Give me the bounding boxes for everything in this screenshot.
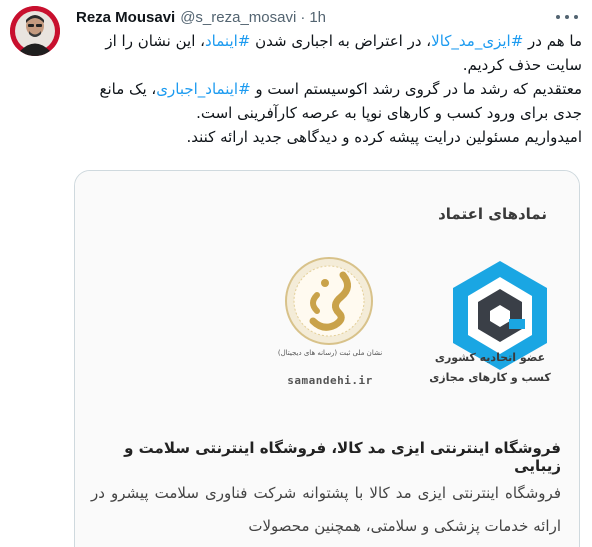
tweet-text: ما هم در #ایزی_مد_کالا، در اعتراض به اجب… (76, 29, 582, 149)
avatar[interactable] (10, 6, 60, 56)
samandehi-url: samandehi.ir (287, 374, 373, 387)
tweet-paragraph-2: معتقدیم که رشد ما در گروی رشد اکوسیستم ا… (76, 77, 582, 125)
image-content: نمادهای اعتماد عضو اتحادیه کشوری کسب و ک… (75, 171, 579, 547)
tweet-time[interactable]: 1h (309, 9, 326, 26)
samandehi-logo (285, 257, 373, 345)
store-description: فروشگاه اینترنتی ایزی مد کالا با پشتوانه… (91, 484, 561, 535)
author-handle[interactable]: @s_reza_mosavi (180, 9, 296, 26)
hashtag-link[interactable]: #ایزی_مد_کالا (431, 32, 523, 50)
tweet-paragraph-3: امیدواریم مسئولین درایت پیشه کرده و دیدگ… (186, 128, 582, 146)
avatar-photo (10, 6, 60, 56)
author-name[interactable]: Reza Mousavi (76, 9, 175, 26)
enamad-caption-2: کسب و کارهای مجازی (429, 371, 551, 384)
store-title: فروشگاه اینترنتی ایزی مد کالا، فروشگاه ا… (124, 439, 561, 475)
separator-dot: · (300, 8, 306, 26)
tweet-header: Reza Mousavi @s_reza_mosavi · 1h (76, 6, 326, 28)
attached-image[interactable]: نمادهای اعتماد عضو اتحادیه کشوری کسب و ک… (74, 170, 580, 547)
text-span: ، در اعتراض به اجباری شدن (250, 32, 432, 50)
hashtag-link[interactable]: #اینماد (205, 32, 250, 50)
more-icon[interactable] (556, 10, 578, 24)
hashtag-link[interactable]: #اینماد_اجباری (156, 80, 250, 98)
text-span: ما هم در (523, 32, 582, 50)
tweet-paragraph-1: ما هم در #ایزی_مد_کالا، در اعتراض به اجب… (76, 29, 582, 77)
text-span: معتقدیم که رشد ما در گروی رشد اکوسیستم ا… (250, 80, 582, 98)
enamad-logo (453, 261, 547, 370)
trust-title: نمادهای اعتماد (438, 205, 547, 223)
enamad-caption-1: عضو اتحادیه کشوری (434, 351, 546, 364)
samandehi-caption: نشان ملی ثبت (رسانه های دیجیتال) (277, 349, 383, 357)
